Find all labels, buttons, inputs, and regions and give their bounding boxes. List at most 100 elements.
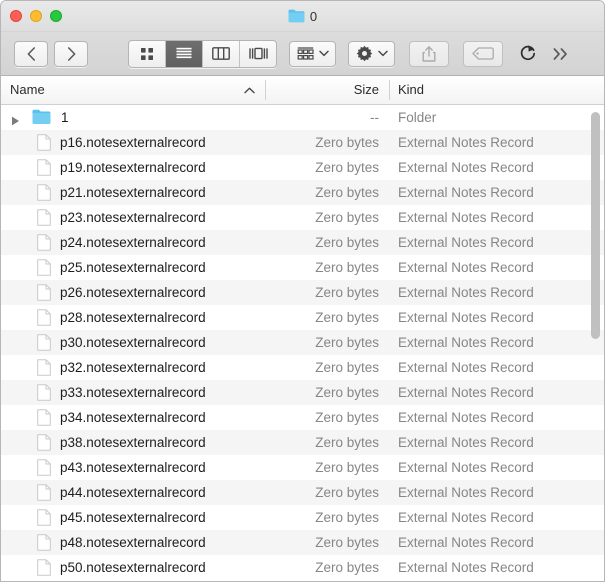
file-size: Zero bytes — [191, 285, 379, 300]
row-document-icon — [37, 484, 51, 501]
row-document-icon — [37, 309, 51, 326]
file-name: p50.notesexternalrecord — [60, 560, 206, 575]
table-row[interactable]: p21.notesexternalrecordZero bytesExterna… — [1, 180, 604, 205]
file-name: p23.notesexternalrecord — [60, 210, 206, 225]
file-size: Zero bytes — [191, 485, 379, 500]
tag-button[interactable] — [463, 41, 503, 67]
document-icon — [37, 509, 51, 526]
arrange-grid-icon — [297, 47, 314, 61]
list-view-button[interactable] — [166, 41, 203, 67]
column-view-button[interactable] — [203, 41, 240, 67]
file-name: p19.notesexternalrecord — [60, 160, 206, 175]
file-kind: External Notes Record — [398, 210, 534, 225]
row-document-icon — [37, 534, 51, 551]
column-header-name[interactable]: Name — [10, 82, 45, 97]
table-row[interactable]: p50.notesexternalrecordZero bytesExterna… — [1, 555, 604, 580]
icon-view-button[interactable] — [129, 41, 166, 67]
file-name: p25.notesexternalrecord — [60, 260, 206, 275]
file-name: p43.notesexternalrecord — [60, 460, 206, 475]
vertical-scrollbar[interactable] — [590, 112, 601, 578]
document-icon — [37, 334, 51, 351]
column-header-kind[interactable]: Kind — [398, 82, 424, 97]
disclosure-triangle[interactable] — [11, 114, 20, 129]
grid-icon — [140, 47, 154, 61]
document-icon — [37, 259, 51, 276]
document-icon — [37, 309, 51, 326]
row-document-icon — [37, 459, 51, 476]
table-row[interactable]: p45.notesexternalrecordZero bytesExterna… — [1, 505, 604, 530]
column-divider[interactable] — [389, 80, 390, 100]
table-row[interactable]: p26.notesexternalrecordZero bytesExterna… — [1, 280, 604, 305]
toolbar-overflow-button[interactable] — [553, 47, 569, 61]
row-document-icon — [37, 159, 51, 176]
table-row[interactable]: p48.notesexternalrecordZero bytesExterna… — [1, 530, 604, 555]
share-button[interactable] — [409, 41, 449, 67]
chevron-down-icon — [319, 50, 329, 57]
file-size: Zero bytes — [191, 560, 379, 575]
table-row[interactable]: p16.notesexternalrecordZero bytesExterna… — [1, 130, 604, 155]
table-row[interactable]: p33.notesexternalrecordZero bytesExterna… — [1, 380, 604, 405]
row-document-icon — [37, 559, 51, 576]
window-title-group: 0 — [1, 1, 604, 31]
file-name: 1 — [61, 110, 69, 125]
forward-button[interactable] — [54, 41, 88, 67]
share-icon — [422, 46, 436, 62]
file-size: Zero bytes — [191, 260, 379, 275]
file-kind: External Notes Record — [398, 535, 534, 550]
arrange-button[interactable] — [289, 41, 336, 67]
action-menu-button[interactable] — [348, 41, 395, 67]
file-list[interactable]: 1--Folderp16.notesexternalrecordZero byt… — [1, 105, 604, 582]
table-row[interactable]: p43.notesexternalrecordZero bytes Externa… — [1, 455, 604, 480]
file-name: p30.notesexternalrecord — [60, 335, 206, 350]
file-kind: External Notes Record — [398, 435, 534, 450]
file-name: p33.notesexternalrecord — [60, 385, 206, 400]
gallery-view-button[interactable] — [240, 41, 276, 67]
row-document-icon — [37, 384, 51, 401]
table-row[interactable]: p30.notesexternalrecordZero bytesExterna… — [1, 330, 604, 355]
table-row[interactable]: p32.notesexternalrecordZero bytesExterna… — [1, 355, 604, 380]
table-row[interactable]: p19.notesexternalrecordZero bytesExterna… — [1, 155, 604, 180]
toolbar — [1, 32, 604, 76]
file-name: p38.notesexternalrecord — [60, 435, 206, 450]
file-name: p34.notesexternalrecord — [60, 410, 206, 425]
row-document-icon — [37, 184, 51, 201]
disclosure-triangle-icon[interactable] — [11, 116, 20, 126]
file-kind: External Notes Record — [398, 260, 534, 275]
file-size: Zero bytes — [191, 460, 379, 475]
table-row[interactable]: p44.notesexternalrecordZero bytesExterna… — [1, 480, 604, 505]
document-icon — [37, 434, 51, 451]
back-button[interactable] — [14, 41, 48, 67]
file-name: p24.notesexternalrecord — [60, 235, 206, 250]
file-size: Zero bytes — [191, 435, 379, 450]
row-document-icon — [37, 284, 51, 301]
file-kind: External Notes Record — [398, 460, 534, 475]
document-icon — [37, 534, 51, 551]
refresh-button[interactable] — [519, 44, 537, 63]
row-document-icon — [37, 259, 51, 276]
table-row[interactable]: p23.notesexternalrecordZero bytesExterna… — [1, 205, 604, 230]
file-name: p26.notesexternalrecord — [60, 285, 206, 300]
gear-icon — [356, 45, 373, 62]
document-icon — [37, 559, 51, 576]
table-row[interactable]: p24.notesexternalrecordZero bytesExterna… — [1, 230, 604, 255]
file-name: p44.notesexternalrecord — [60, 485, 206, 500]
document-icon — [37, 234, 51, 251]
scrollbar-thumb[interactable] — [591, 112, 600, 339]
table-row[interactable]: p38.notesexternalrecordZero bytes Externa… — [1, 430, 604, 455]
table-row[interactable]: 1--Folder — [1, 105, 604, 130]
file-kind: External Notes Record — [398, 410, 534, 425]
file-size: Zero bytes — [191, 510, 379, 525]
file-kind: External Notes Record — [398, 185, 534, 200]
list-icon — [176, 47, 192, 60]
file-name: p16.notesexternalrecord — [60, 135, 206, 150]
file-name: p45.notesexternalrecord — [60, 510, 206, 525]
column-headers: Name Size Kind — [1, 76, 604, 105]
table-row[interactable]: p25.notesexternalrecordZero bytes Externa… — [1, 255, 604, 280]
file-kind: External Notes Record — [398, 360, 534, 375]
table-row[interactable]: p34.notesexternalrecordZero bytesExterna… — [1, 405, 604, 430]
table-row[interactable]: p28.notesexternalrecordZero bytesExterna… — [1, 305, 604, 330]
document-icon — [37, 209, 51, 226]
file-size: Zero bytes — [191, 310, 379, 325]
document-icon — [37, 484, 51, 501]
column-header-size[interactable]: Size — [191, 82, 379, 97]
